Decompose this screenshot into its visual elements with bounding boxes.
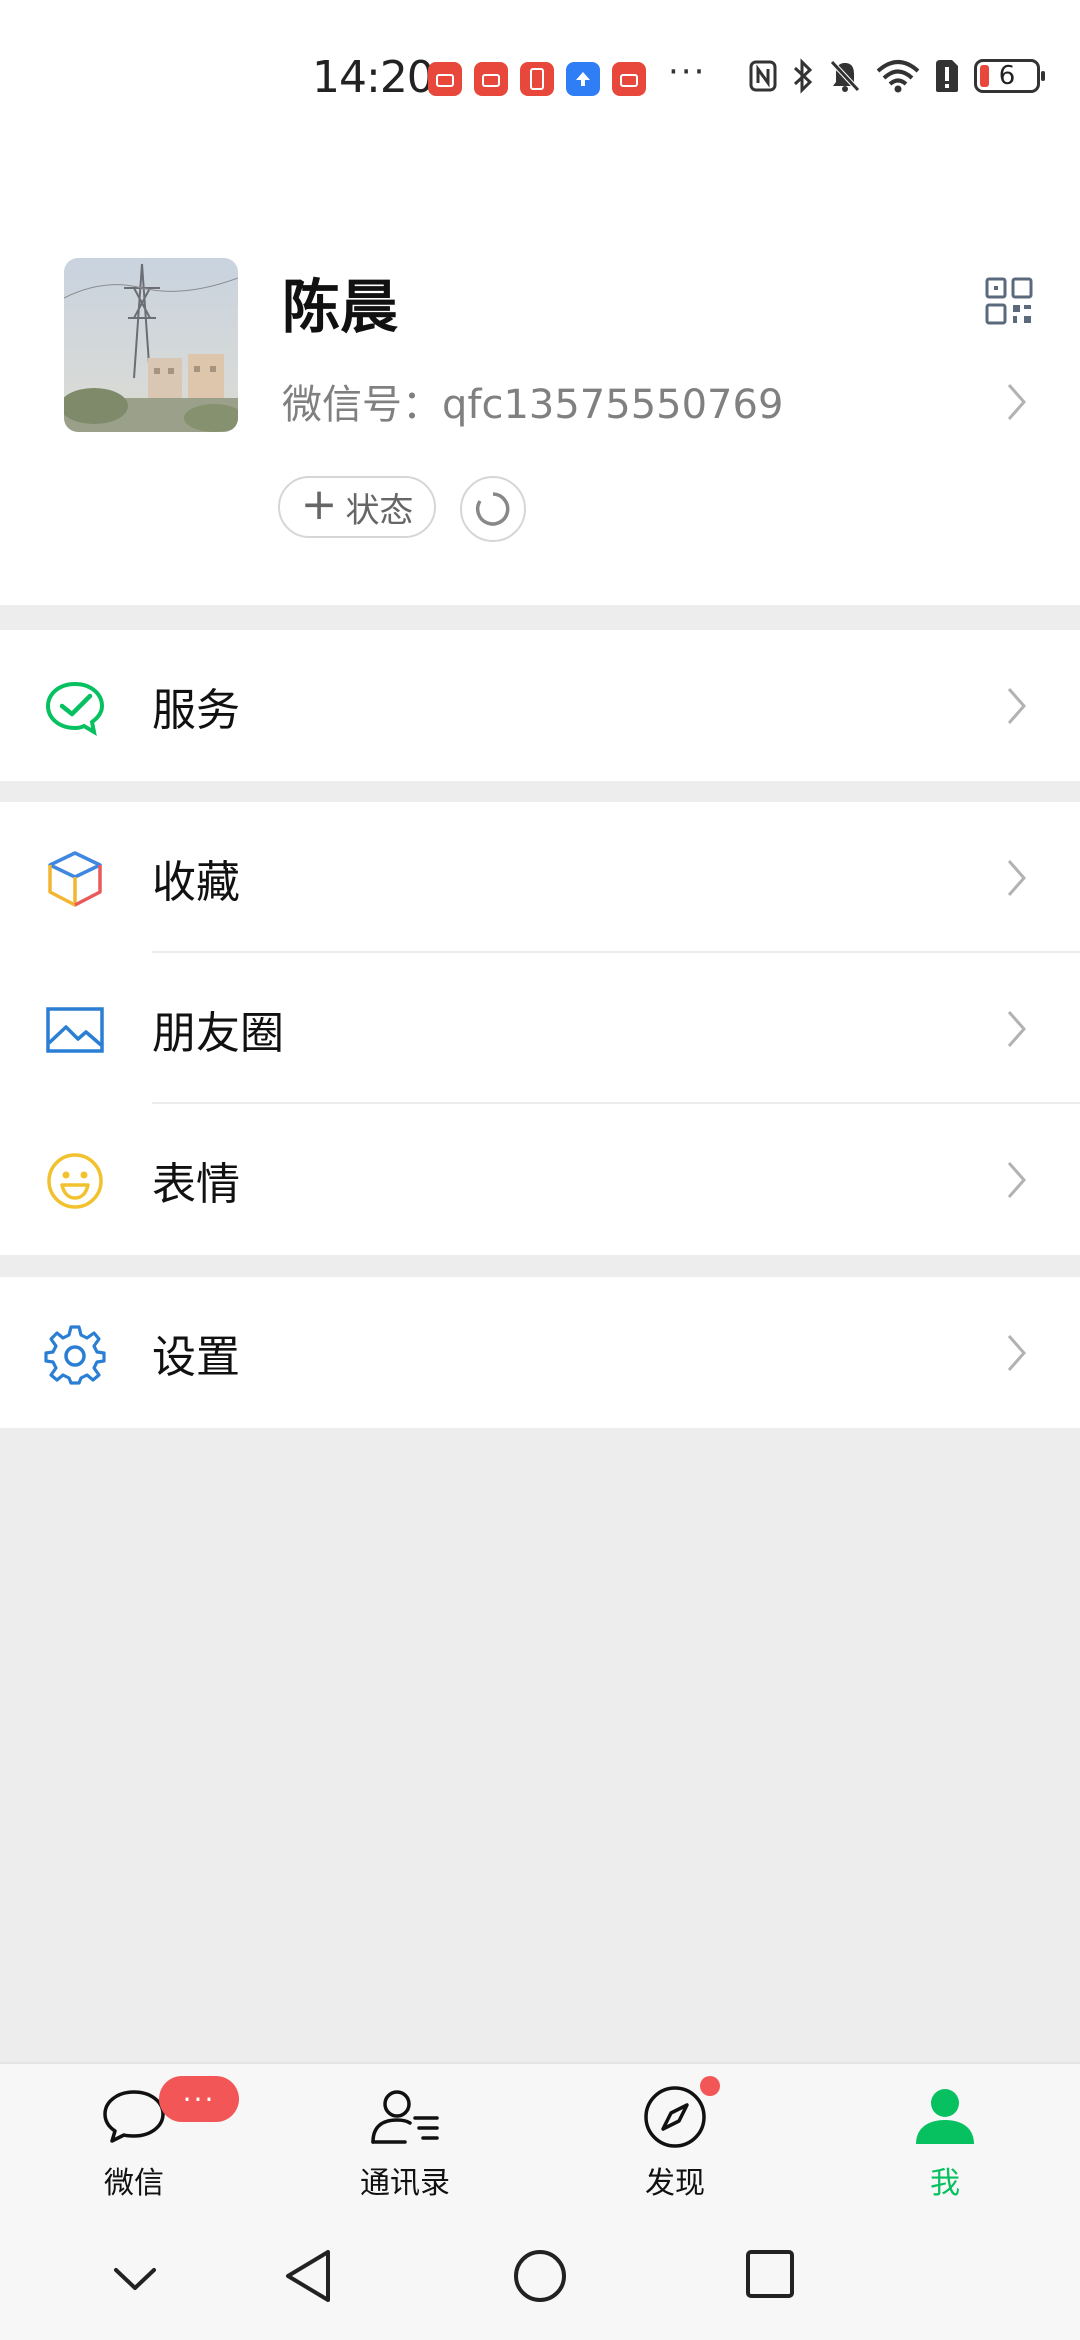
status-time: 14:20	[312, 52, 435, 103]
favorites-label: 收藏	[152, 856, 240, 908]
chevron-right-icon	[1007, 688, 1027, 724]
profile-card[interactable]: 陈晨 微信号：qfc13575550769 + 状态	[0, 160, 1080, 605]
me-tab-icon-wrap	[912, 2082, 978, 2152]
chevron-right-icon	[1007, 1011, 1027, 1047]
bluetooth-icon	[793, 58, 813, 94]
menu-item-settings[interactable]: 设置	[0, 1277, 1080, 1428]
add-status-button[interactable]: + 状态	[278, 476, 436, 538]
qr-code-icon[interactable]	[984, 276, 1034, 326]
services-label: 服务	[152, 684, 240, 736]
more-notifications-icon: ···	[668, 52, 707, 92]
chevron-right-icon	[1007, 384, 1027, 420]
tab-contacts[interactable]: 通讯录	[335, 2082, 475, 2202]
tab-discover-label: 发现	[645, 2166, 705, 2201]
discover-dot-badge	[700, 2076, 720, 2096]
stickers-label: 表情	[152, 1158, 240, 1210]
huawei-store-icon	[474, 62, 508, 96]
upload-icon	[566, 62, 600, 96]
chevron-right-icon	[1007, 1162, 1027, 1198]
contacts-icon	[371, 2090, 439, 2144]
chevron-right-icon	[1007, 1335, 1027, 1371]
status-refresh-button[interactable]	[460, 476, 526, 542]
sim-alert-icon	[936, 60, 958, 92]
discover-tab-icon-wrap	[642, 2076, 720, 2152]
refresh-icon	[475, 492, 510, 526]
menu-item-services[interactable]: 服务	[0, 630, 1080, 781]
back-triangle-icon[interactable]	[282, 2248, 334, 2304]
menu-item-moments[interactable]: 朋友圈	[0, 953, 1080, 1104]
services-icon	[44, 676, 106, 738]
wechat-id: 微信号：qfc13575550769	[282, 382, 784, 428]
recents-square-icon[interactable]	[744, 2248, 796, 2300]
huawei-store-icon	[428, 62, 462, 96]
chats-tab-icon-wrap: ···	[101, 2076, 239, 2152]
chevron-down-icon[interactable]	[110, 2264, 160, 2294]
status-bar: 14:20 ··· 6	[0, 0, 1080, 160]
menu-item-stickers[interactable]: 表情	[0, 1104, 1080, 1255]
chat-bubble-icon	[103, 2090, 165, 2143]
gear-icon	[44, 1323, 106, 1385]
bottom-tab-bar: ··· 微信 通讯录 发现 我	[0, 2062, 1080, 2204]
settings-label: 设置	[152, 1331, 240, 1383]
status-button-label: 状态	[345, 490, 414, 531]
compass-icon	[644, 2086, 706, 2148]
moments-label: 朋友圈	[152, 1007, 284, 1059]
tab-contacts-label: 通讯录	[360, 2166, 450, 2201]
favorites-cube-icon	[44, 848, 106, 910]
tab-chats[interactable]: ··· 微信	[64, 2076, 239, 2202]
profile-name: 陈晨	[282, 273, 399, 341]
moments-image-icon	[44, 999, 106, 1061]
content-group: 收藏 朋友圈 表情	[0, 802, 1080, 1255]
battery-icon: 6	[974, 59, 1045, 93]
mute-bell-icon	[830, 60, 860, 92]
system-status-icons: 6	[748, 58, 1045, 94]
system-navigation-bar	[0, 2202, 1080, 2340]
notification-icons	[428, 62, 646, 96]
battery-level: 6	[998, 61, 1016, 91]
person-icon	[916, 2089, 974, 2144]
phone-manager-icon	[520, 62, 554, 96]
home-circle-icon[interactable]	[512, 2248, 568, 2304]
huawei-store-icon	[612, 62, 646, 96]
tab-me[interactable]: 我	[875, 2082, 1015, 2202]
wifi-icon	[876, 60, 920, 93]
nfc-icon	[749, 60, 777, 92]
tab-discover[interactable]: 发现	[605, 2076, 745, 2202]
chevron-right-icon	[1007, 860, 1027, 896]
smiley-face-icon	[44, 1150, 106, 1212]
settings-group: 设置	[0, 1277, 1080, 1428]
services-group: 服务	[0, 630, 1080, 781]
plus-icon: +	[300, 479, 338, 530]
menu-item-favorites[interactable]: 收藏	[0, 802, 1080, 953]
tab-chats-label: 微信	[104, 2166, 164, 2201]
unread-badge: ···	[159, 2076, 239, 2122]
avatar[interactable]	[64, 258, 238, 432]
contacts-tab-icon-wrap	[369, 2082, 441, 2152]
tab-me-label: 我	[930, 2166, 960, 2201]
